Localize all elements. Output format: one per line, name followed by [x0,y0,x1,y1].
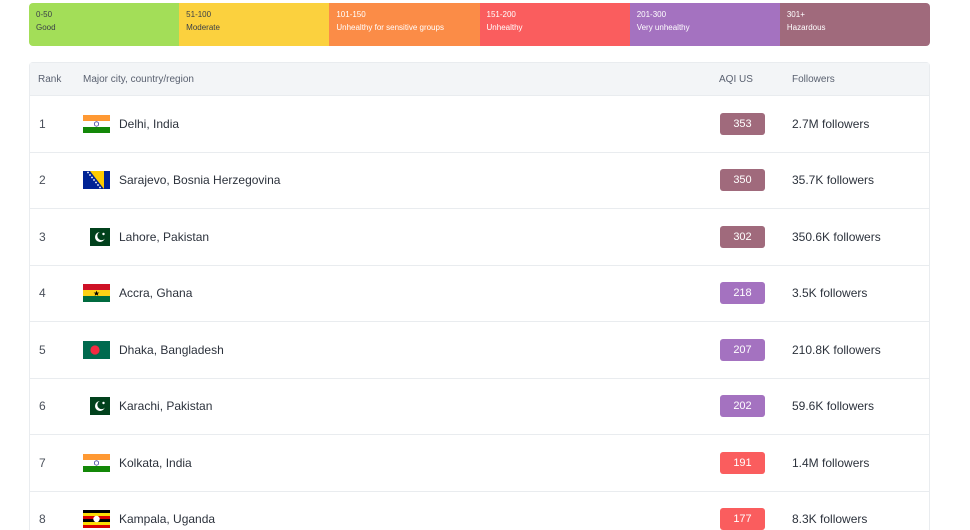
row-followers: 1.4M followers [792,455,870,470]
row-followers: 3.5K followers [792,286,868,301]
legend-label: Moderate [186,23,220,32]
city-name-link[interactable]: Delhi, India [119,117,179,131]
aqi-badge: 191 [720,451,765,474]
legend-range: 51-100 [186,10,212,19]
table-row[interactable]: 4 Accra, Ghana 218 3.5K followers [30,264,929,322]
legend-range: 151-200 [486,10,516,19]
row-aqi: 353 [719,112,792,135]
row-city[interactable]: Lahore, Pakistan [83,227,719,246]
uganda-flag-icon [83,510,110,529]
row-city[interactable]: Sarajevo, Bosnia Herzegovina [83,171,719,190]
city-name-link[interactable]: Accra, Ghana [119,286,192,300]
row-aqi: 207 [719,338,792,361]
row-followers: 35.7K followers [792,173,875,188]
legend-range: 301+ [786,10,805,19]
aqi-badge: 218 [720,282,765,305]
row-aqi: 302 [719,225,792,248]
row-rank: 7 [39,455,46,470]
india-flag-icon [83,114,110,133]
row-city[interactable]: Kampala, Uganda [83,510,719,529]
legend-label: Very unhealthy [636,23,690,32]
table-row[interactable]: 6 Karachi, Pakistan 202 59.6K followers [30,377,929,435]
ghana-flag-icon [83,284,110,303]
legend-range: 101-150 [336,10,366,19]
bosnia-flag-icon [83,171,110,190]
india-flag-icon [83,453,110,472]
legend-label: Good [36,23,56,32]
aqi-badge: 202 [720,395,765,418]
legend-hazardous: 301+ Hazardous [779,3,930,46]
row-city[interactable]: Karachi, Pakistan [83,397,719,416]
table-row[interactable]: 1 Delhi, India 353 2.7M followers [30,95,929,152]
bangladesh-flag-icon [83,340,110,359]
city-name-link[interactable]: Sarajevo, Bosnia Herzegovina [119,173,280,187]
legend-label: Unhealthy [486,23,523,32]
legend-range: 201-300 [636,10,667,19]
aqi-badge: 207 [720,338,765,361]
legend-good: 0-50 Good [29,3,180,46]
city-name-link[interactable]: Lahore, Pakistan [119,230,209,244]
aqi-legend-bar: 0-50 Good 51-100 Moderate 101-150 Unhealthy… [29,3,930,46]
header-followers[interactable]: Followers [792,74,929,85]
row-aqi: 177 [719,508,792,530]
row-aqi: 191 [719,451,792,474]
legend-very-unhealthy: 201-300 Very unhealthy [629,3,780,46]
aqi-badge: 350 [720,169,765,192]
row-city[interactable]: Dhaka, Bangladesh [83,340,719,359]
row-followers: 2.7M followers [792,116,870,131]
row-rank: 8 [39,512,46,527]
legend-unhealthy: 151-200 Unhealthy [479,3,630,46]
row-city[interactable]: Delhi, India [83,114,719,133]
row-city[interactable]: Kolkata, India [83,453,719,472]
header-aqi[interactable]: AQI US [719,74,792,85]
aqi-badge: 177 [720,508,765,530]
row-followers: 210.8K followers [792,342,881,357]
city-name-link[interactable]: Kolkata, India [119,456,192,470]
table-row[interactable]: 5 Dhaka, Bangladesh 207 210.8K followers [30,321,929,378]
header-rank[interactable]: Rank [30,74,83,85]
row-rank: 1 [39,116,46,131]
table-row[interactable]: 2 Sarajevo, Bosnia Herzegovina 350 35.7K fo… [30,151,929,209]
row-followers: 350.6K followers [792,229,881,244]
legend-sensitive: 101-150 Unhealthy for sensitive groups [329,3,480,46]
legend-range: 0-50 [36,10,53,19]
row-aqi: 218 [719,282,792,305]
row-rank: 6 [39,399,46,414]
pakistan-flag-icon [83,397,110,416]
city-name-link[interactable]: Karachi, Pakistan [119,399,212,413]
city-name-link[interactable]: Dhaka, Bangladesh [119,343,224,357]
legend-label: Unhealthy for sensitive groups [336,23,444,32]
row-aqi: 350 [719,169,792,192]
table-row[interactable]: 3 Lahore, Pakistan 302 350.6K followers [30,208,929,265]
header-city[interactable]: Major city, country/region [83,74,719,85]
city-name-link[interactable]: Kampala, Uganda [119,512,215,526]
row-city[interactable]: Accra, Ghana [83,284,719,303]
table-row[interactable]: 8 Kampala, Uganda 177 8.3K followers [30,490,929,530]
table-header: Rank Major city, country/region AQI US F… [30,63,929,95]
row-rank: 2 [39,173,46,188]
legend-moderate: 51-100 Moderate [179,3,330,46]
row-rank: 4 [39,286,46,301]
city-ranking-table: Rank Major city, country/region AQI US F… [29,62,930,530]
row-followers: 8.3K followers [792,512,868,527]
row-rank: 3 [39,229,46,244]
row-followers: 59.6K followers [792,399,875,414]
aqi-badge: 353 [720,112,765,135]
legend-label: Hazardous [786,23,826,32]
row-aqi: 202 [719,395,792,418]
table-body: 1 Delhi, India 353 2.7M followers 2 Sarajevo,… [30,95,929,530]
row-rank: 5 [39,342,46,357]
aqi-badge: 302 [720,225,765,248]
pakistan-flag-icon [83,227,110,246]
table-row[interactable]: 7 Kolkata, India 191 1.4M followers [30,434,929,491]
